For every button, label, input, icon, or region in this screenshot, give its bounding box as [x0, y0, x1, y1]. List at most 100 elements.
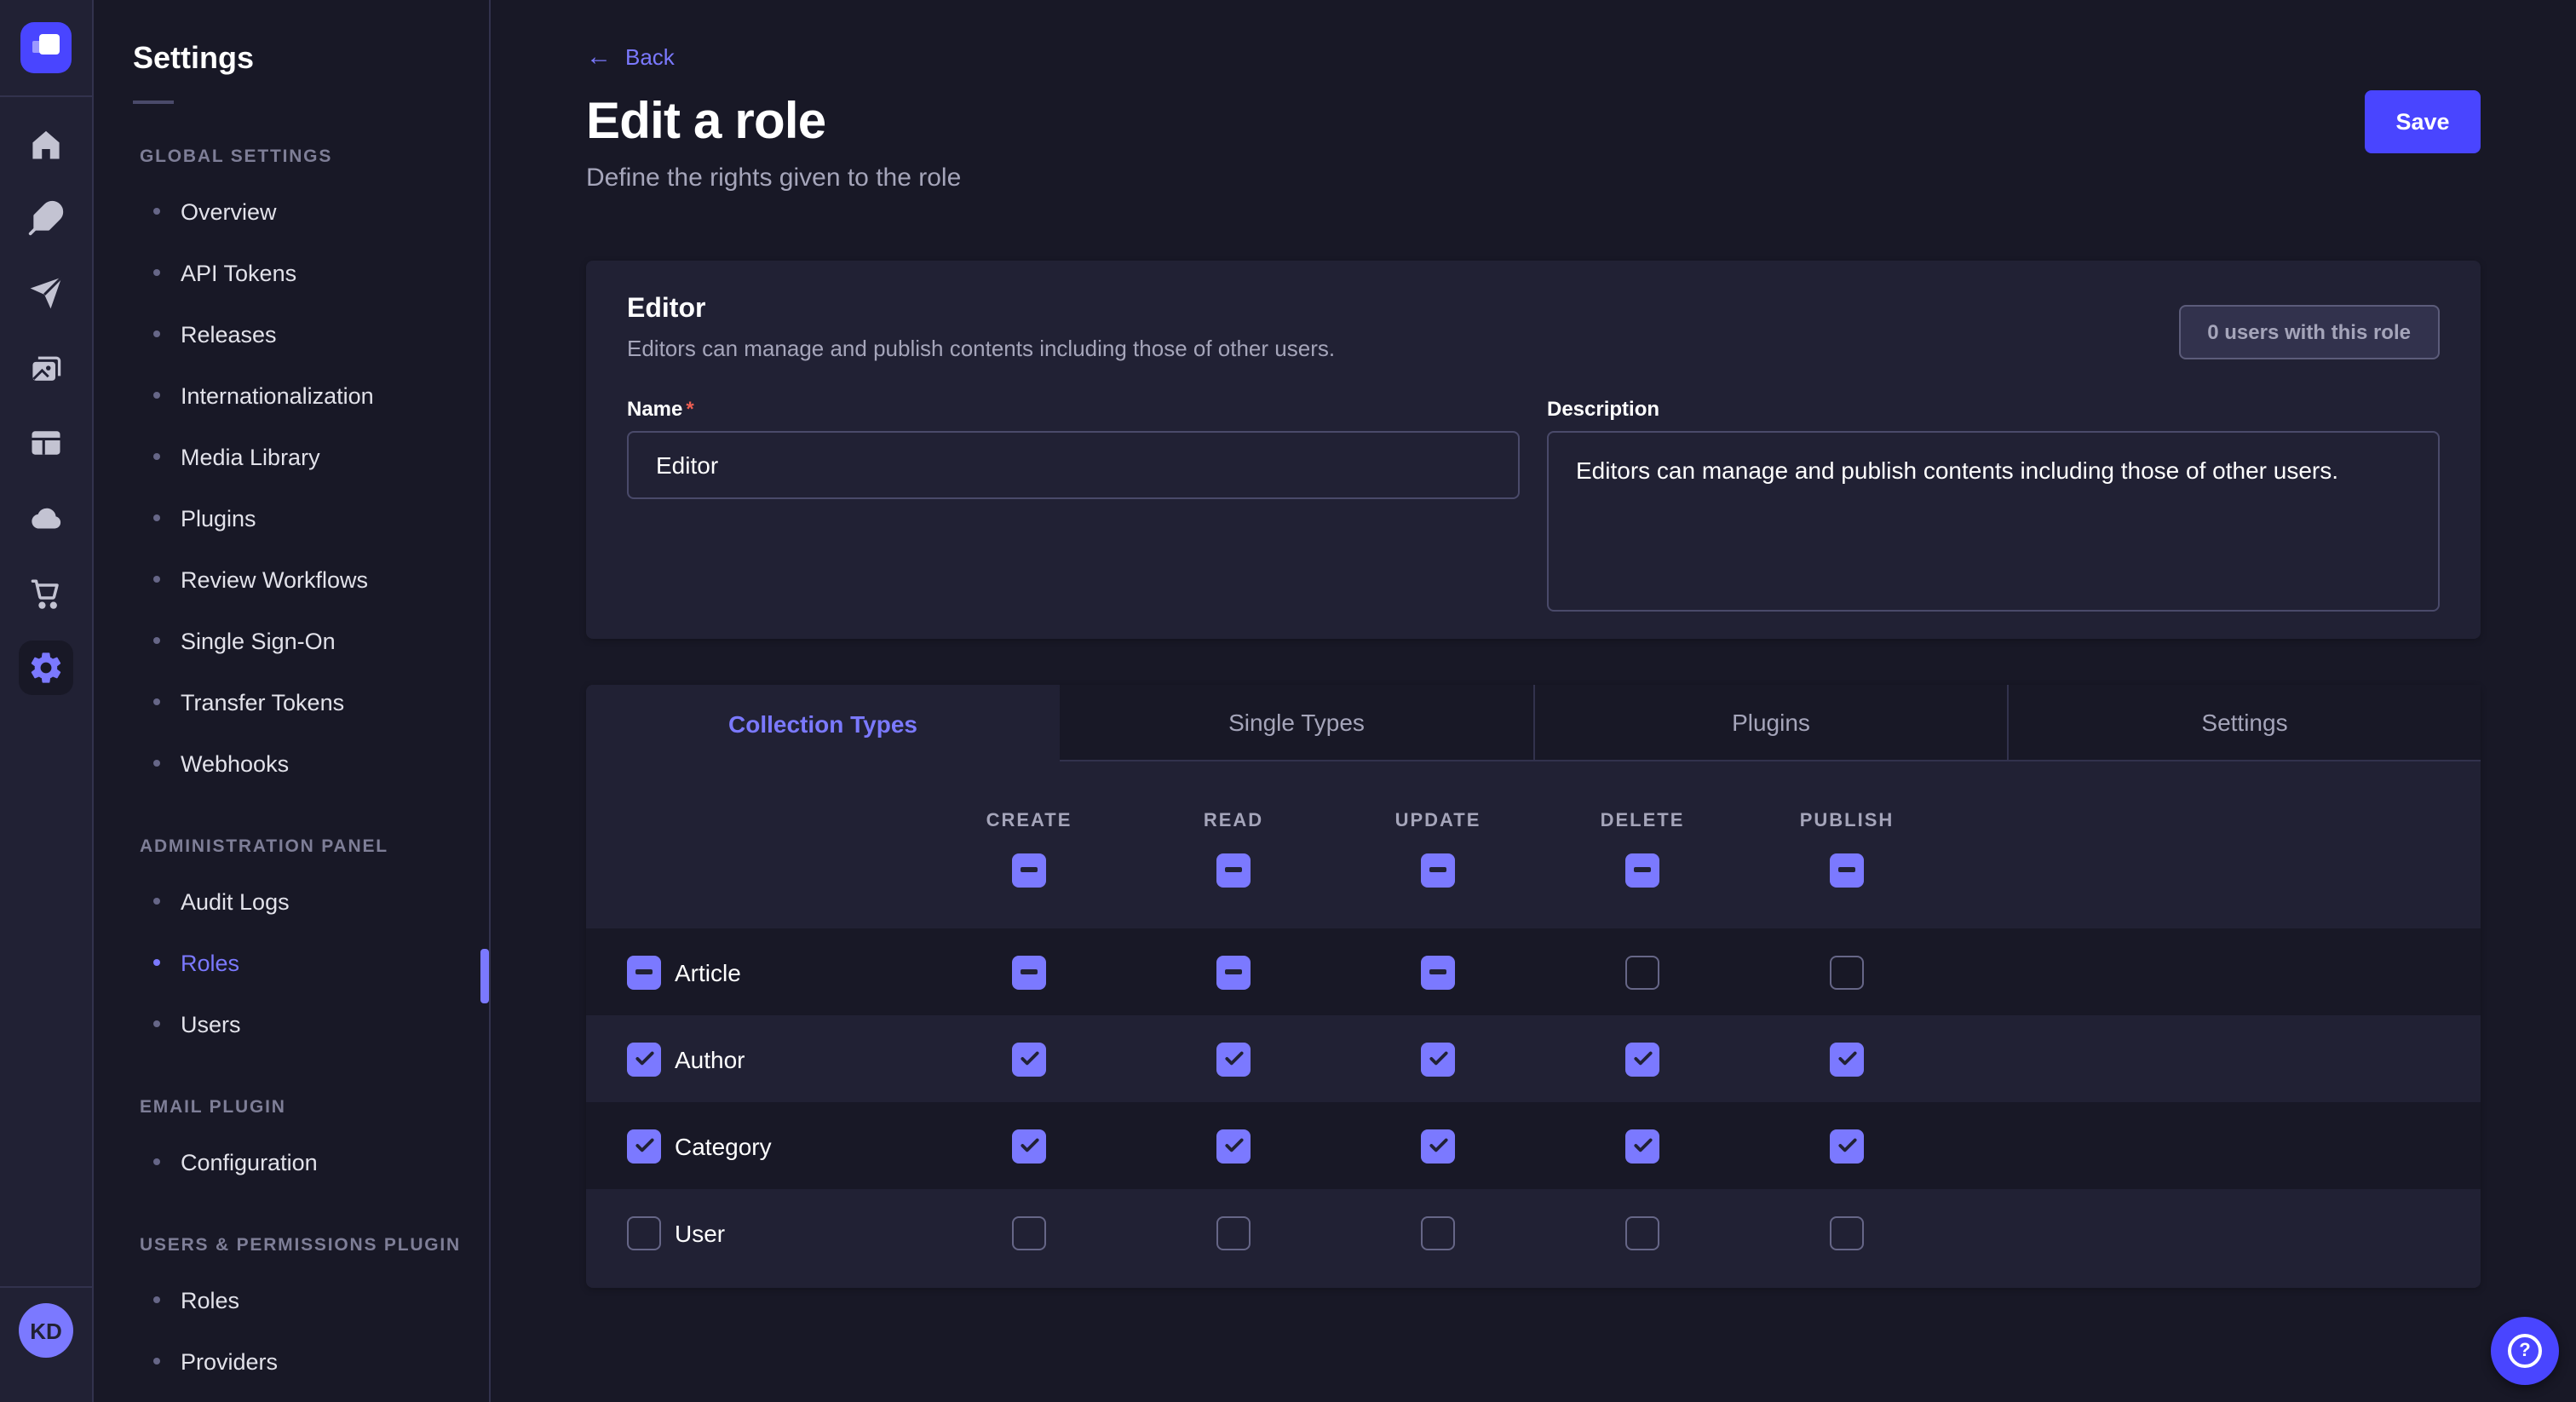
bullet-icon: [153, 453, 160, 460]
category-delete-checkbox[interactable]: [1625, 1129, 1659, 1163]
layout-icon[interactable]: [26, 422, 66, 463]
save-button[interactable]: Save: [2365, 90, 2481, 153]
sidebar-item-label: Review Workflows: [181, 566, 368, 592]
sidebar-item-roles[interactable]: Roles: [92, 932, 489, 993]
sidebar-item-review-workflows[interactable]: Review Workflows: [92, 549, 489, 610]
select-all-delete-checkbox[interactable]: [1625, 853, 1659, 887]
sidebar-item-internationalization[interactable]: Internationalization: [92, 365, 489, 426]
author-publish-checkbox[interactable]: [1830, 1042, 1864, 1076]
column-label: PUBLISH: [1800, 810, 1895, 830]
settings-gear-icon[interactable]: [19, 641, 73, 695]
media-library-icon[interactable]: [26, 349, 66, 390]
user-publish-checkbox[interactable]: [1830, 1215, 1864, 1250]
sidebar-item-configuration[interactable]: Configuration: [92, 1131, 489, 1192]
user-avatar[interactable]: KD: [19, 1303, 73, 1358]
back-link[interactable]: ← Back: [586, 44, 675, 70]
sidebar-item-label: Internationalization: [181, 382, 374, 408]
article-delete-checkbox[interactable]: [1625, 955, 1659, 989]
subnav-list: Overview API TokensReleases Internationali…: [92, 181, 489, 794]
users-count-badge: 0 users with this role: [2178, 305, 2440, 359]
sidebar-item-label: Users: [181, 1011, 241, 1037]
permission-cell: [1131, 1042, 1336, 1076]
article-publish-checkbox[interactable]: [1830, 955, 1864, 989]
tab-single-types[interactable]: Single Types: [1060, 685, 1533, 761]
strapi-logo[interactable]: [20, 22, 72, 73]
permission-cell: [1745, 1129, 1949, 1163]
row-name-cell: User: [586, 1215, 927, 1250]
permission-row-user: User: [586, 1189, 2481, 1276]
sidebar-item-users[interactable]: Users: [92, 993, 489, 1054]
row-name-cell: Category: [586, 1129, 927, 1163]
sidebar-item-label: Roles: [181, 950, 239, 975]
subnav-list: RolesProviders: [92, 1269, 489, 1392]
tab-plugins[interactable]: Plugins: [1533, 685, 2007, 761]
sidebar-item-label: Transfer Tokens: [181, 689, 344, 715]
sidebar-item-plugins[interactable]: Plugins: [92, 487, 489, 549]
category-read-checkbox[interactable]: [1216, 1129, 1251, 1163]
tab-settings[interactable]: Settings: [2007, 685, 2481, 761]
sidebar-item-releases[interactable]: Releases: [92, 303, 489, 365]
required-asterisk: *: [686, 397, 693, 421]
user-read-checkbox[interactable]: [1216, 1215, 1251, 1250]
select-row-article-checkbox[interactable]: [627, 955, 661, 989]
sidebar-item-roles[interactable]: Roles: [92, 1269, 489, 1330]
article-read-checkbox[interactable]: [1216, 955, 1251, 989]
strapi-logo-glyph-front: [39, 34, 60, 55]
author-update-checkbox[interactable]: [1421, 1042, 1455, 1076]
send-icon[interactable]: [26, 273, 66, 313]
row-name-cell: Author: [586, 1042, 927, 1076]
active-item-indicator: [480, 949, 489, 1003]
feather-icon[interactable]: [26, 198, 66, 238]
user-update-checkbox[interactable]: [1421, 1215, 1455, 1250]
bullet-icon: [153, 760, 160, 767]
sidebar-item-audit-logs[interactable]: Audit Logs: [92, 871, 489, 932]
permission-row-article: Article: [586, 928, 2481, 1015]
permission-cell: [1540, 1042, 1745, 1076]
name-input[interactable]: [627, 431, 1520, 499]
select-row-author-checkbox[interactable]: [627, 1042, 661, 1076]
description-textarea[interactable]: Editors can manage and publish contents …: [1547, 431, 2440, 612]
select-row-category-checkbox[interactable]: [627, 1129, 661, 1163]
bullet-icon: [153, 1158, 160, 1165]
author-create-checkbox[interactable]: [1012, 1042, 1046, 1076]
category-update-checkbox[interactable]: [1421, 1129, 1455, 1163]
select-all-publish-checkbox[interactable]: [1830, 853, 1864, 887]
permission-cell: [1336, 1042, 1540, 1076]
select-row-user-checkbox[interactable]: [627, 1215, 661, 1250]
sidebar-item-webhooks[interactable]: Webhooks: [92, 733, 489, 794]
page-title: Edit a role: [586, 94, 2481, 152]
category-publish-checkbox[interactable]: [1830, 1129, 1864, 1163]
permission-cell: [1540, 1215, 1745, 1250]
user-delete-checkbox[interactable]: [1625, 1215, 1659, 1250]
home-icon[interactable]: [26, 124, 66, 165]
subnav-title: Settings: [133, 41, 489, 77]
author-read-checkbox[interactable]: [1216, 1042, 1251, 1076]
bullet-icon: [153, 1296, 160, 1303]
select-all-create-checkbox[interactable]: [1012, 853, 1046, 887]
category-create-checkbox[interactable]: [1012, 1129, 1046, 1163]
author-delete-checkbox[interactable]: [1625, 1042, 1659, 1076]
user-create-checkbox[interactable]: [1012, 1215, 1046, 1250]
rail-divider: [0, 1286, 92, 1288]
sidebar-item-transfer-tokens[interactable]: Transfer Tokens: [92, 671, 489, 733]
sidebar-item-label: Media Library: [181, 444, 320, 469]
sidebar-item-single-sign-on[interactable]: Single Sign-On: [92, 610, 489, 671]
bullet-icon: [153, 898, 160, 905]
select-all-read-checkbox[interactable]: [1216, 853, 1251, 887]
header-name-spacer: [586, 761, 927, 928]
cart-icon[interactable]: [26, 572, 66, 613]
article-update-checkbox[interactable]: [1421, 955, 1455, 989]
sidebar-item-overview[interactable]: Overview: [92, 181, 489, 242]
name-field-label: Name*: [627, 397, 1520, 421]
select-all-update-checkbox[interactable]: [1421, 853, 1455, 887]
article-create-checkbox[interactable]: [1012, 955, 1046, 989]
sidebar-item-api-tokens[interactable]: API Tokens: [92, 242, 489, 303]
sidebar-item-providers[interactable]: Providers: [92, 1330, 489, 1392]
sidebar-item-media-library[interactable]: Media Library: [92, 426, 489, 487]
tab-collection-types[interactable]: Collection Types: [586, 685, 1060, 761]
help-button[interactable]: ?: [2491, 1317, 2559, 1385]
permission-cell: [1131, 1215, 1336, 1250]
sidebar-item-label: Overview: [181, 198, 277, 224]
column-label: CREATE: [986, 810, 1072, 830]
cloud-icon[interactable]: [26, 497, 66, 538]
